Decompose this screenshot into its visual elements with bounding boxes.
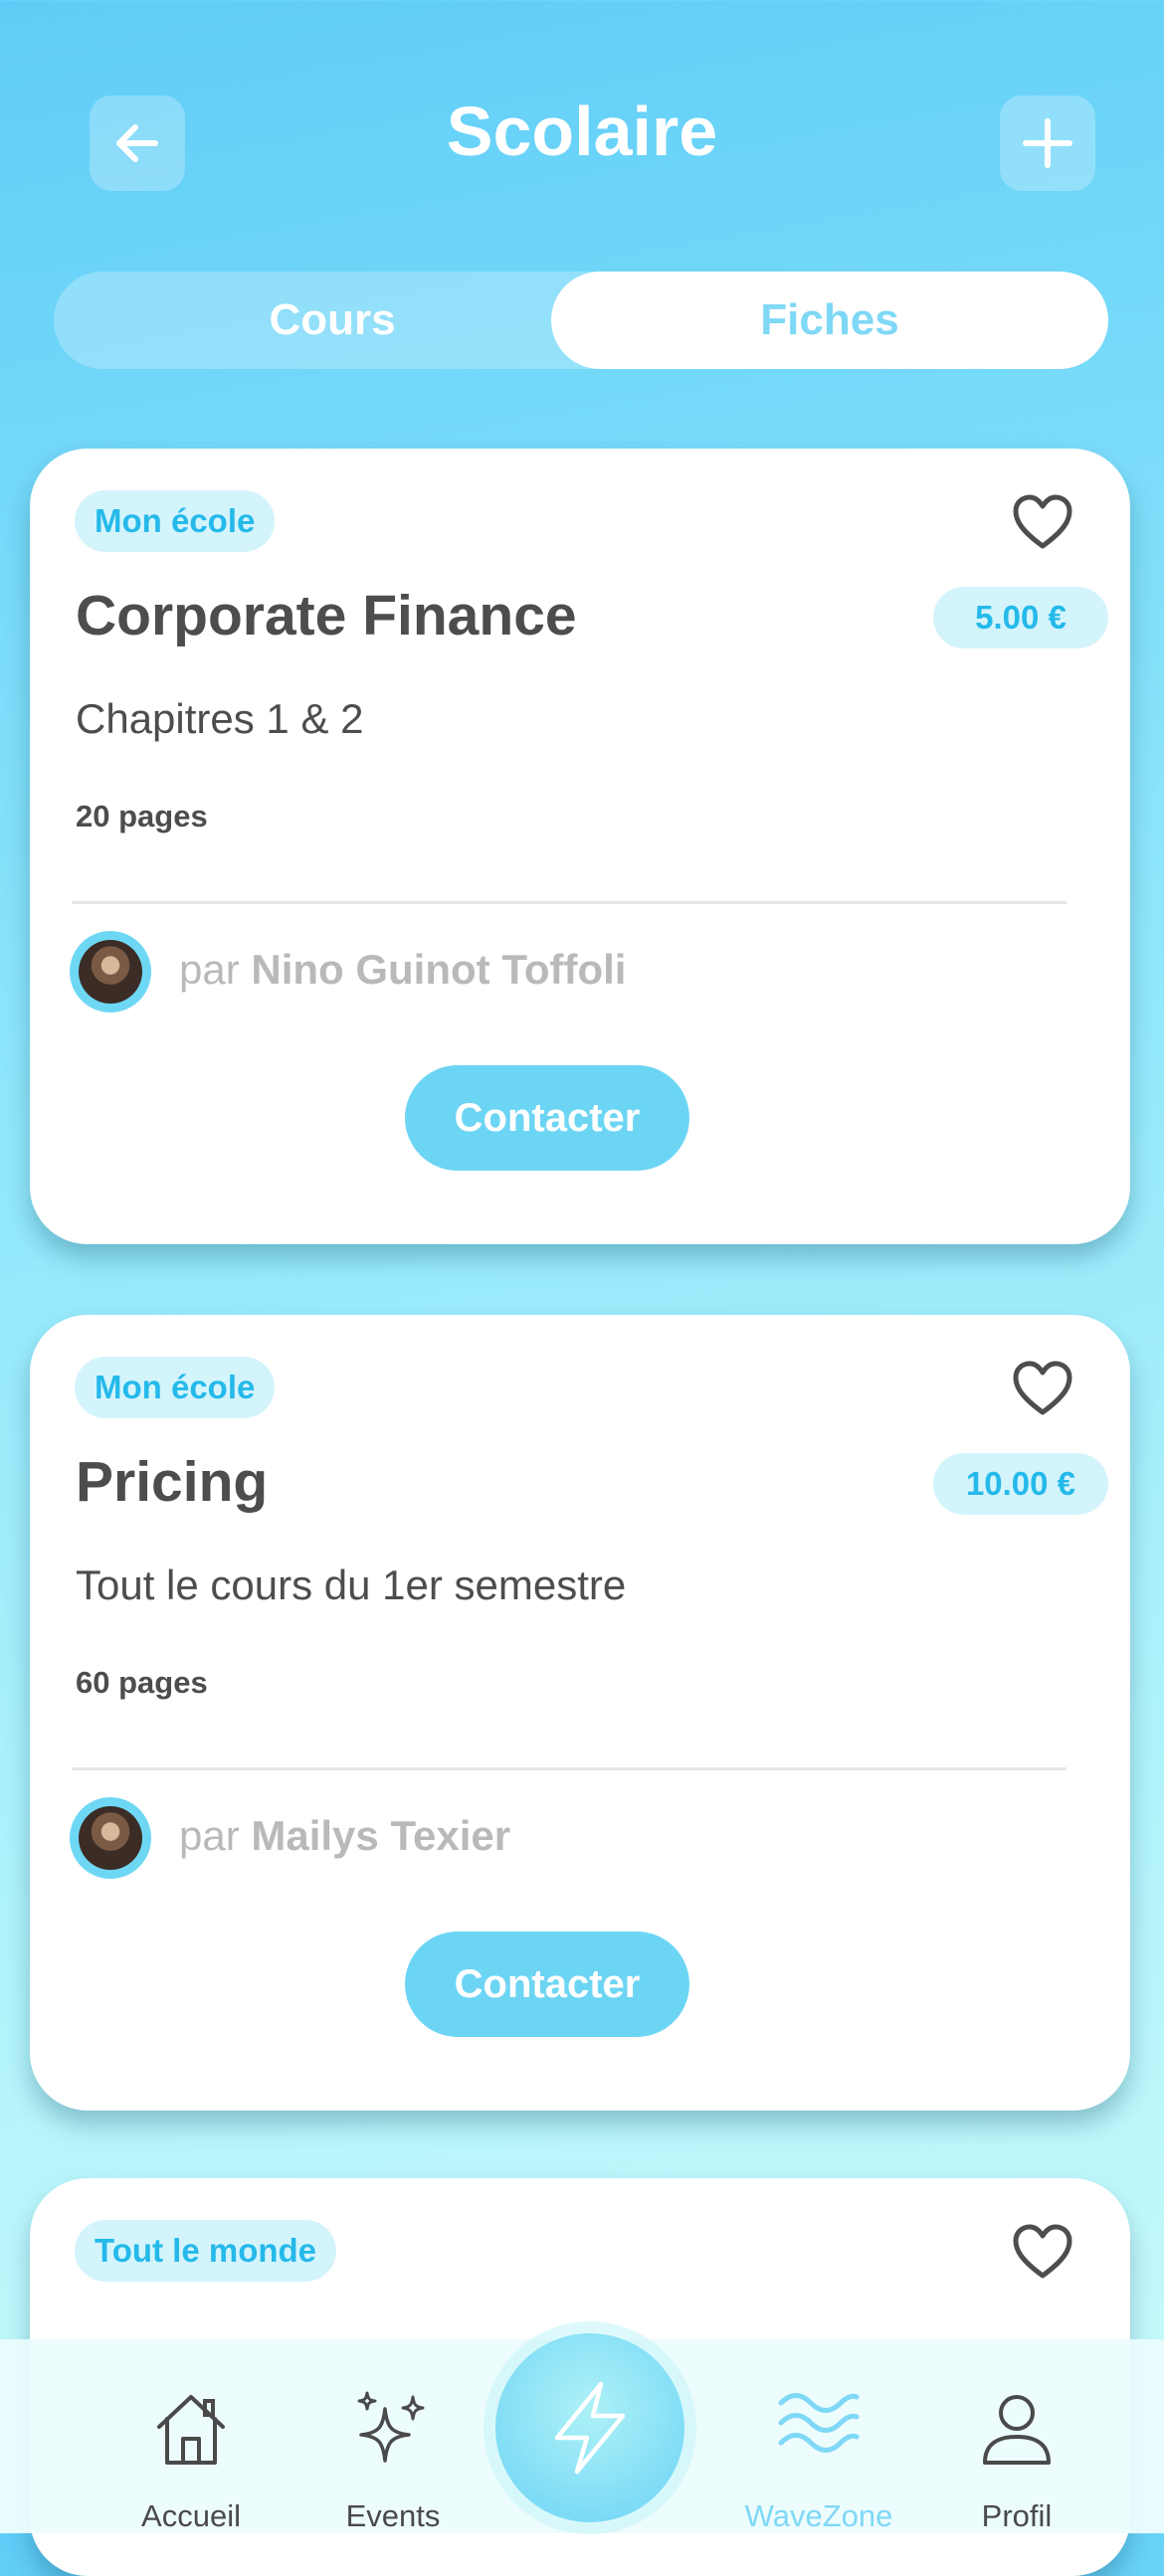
page-title: Scolaire	[446, 92, 718, 170]
price-badge: 5.00 €	[933, 587, 1108, 648]
tab-label: Profil	[981, 2498, 1053, 2533]
center-action-button[interactable]	[495, 2333, 684, 2522]
tab-accueil[interactable]: Accueil	[92, 2339, 291, 2533]
tab-label: Events	[345, 2498, 441, 2533]
tab-profil[interactable]: Profil	[917, 2339, 1116, 2533]
add-button[interactable]	[1000, 95, 1095, 191]
page-count: 60 pages	[76, 1665, 208, 1700]
author-prefix: par	[179, 946, 240, 993]
home-icon	[157, 2395, 225, 2465]
author-line: par Nino Guinot Toffoli	[179, 946, 626, 994]
waves-icon	[778, 2393, 860, 2453]
heart-icon[interactable]	[1013, 2224, 1072, 2280]
audience-tag: Mon école	[75, 490, 276, 552]
top-bar: Scolaire	[0, 0, 1164, 259]
card-title: Corporate Finance	[76, 584, 577, 647]
card-subtitle: Tout le cours du 1er semestre	[76, 1562, 627, 1608]
plus-icon	[1023, 118, 1072, 168]
author-name[interactable]: Mailys Texier	[251, 1812, 510, 1859]
user-icon	[983, 2395, 1051, 2465]
audience-tag: Mon école	[75, 1357, 276, 1418]
audience-tag: Tout le monde	[75, 2220, 337, 2282]
divider	[72, 1767, 1067, 1770]
sparkles-icon	[357, 2391, 425, 2463]
card-subtitle: Chapitres 1 & 2	[76, 695, 364, 742]
contact-button[interactable]: Contacter	[405, 1932, 689, 2037]
author-name[interactable]: Nino Guinot Toffoli	[251, 946, 626, 993]
tab-fiches[interactable]: Fiches	[551, 272, 1108, 369]
divider	[72, 901, 1067, 904]
segmented-control: Cours Fiches	[54, 272, 1108, 369]
contact-button[interactable]: Contacter	[405, 1065, 689, 1171]
price-badge: 10.00 €	[933, 1453, 1108, 1515]
tab-label: WaveZone	[744, 2498, 893, 2533]
lightning-icon	[554, 2381, 626, 2475]
heart-icon[interactable]	[1013, 1361, 1072, 1416]
avatar[interactable]	[70, 1797, 151, 1879]
tab-label: Accueil	[141, 2498, 241, 2533]
card-title: Pricing	[76, 1450, 269, 1514]
tab-events[interactable]: Events	[293, 2339, 492, 2533]
author-prefix: par	[179, 1812, 240, 1859]
sheet-card[interactable]: Mon école Corporate Finance 5.00 € Chapi…	[30, 449, 1130, 1244]
avatar[interactable]	[70, 931, 151, 1012]
page-count: 20 pages	[76, 799, 208, 833]
tab-wavezone[interactable]: WaveZone	[719, 2339, 918, 2533]
sheet-card[interactable]: Mon école Pricing 10.00 € Tout le cours …	[30, 1315, 1130, 2111]
author-line: par Mailys Texier	[179, 1812, 510, 1860]
heart-icon[interactable]	[1013, 494, 1072, 550]
tab-cours[interactable]: Cours	[54, 272, 611, 369]
